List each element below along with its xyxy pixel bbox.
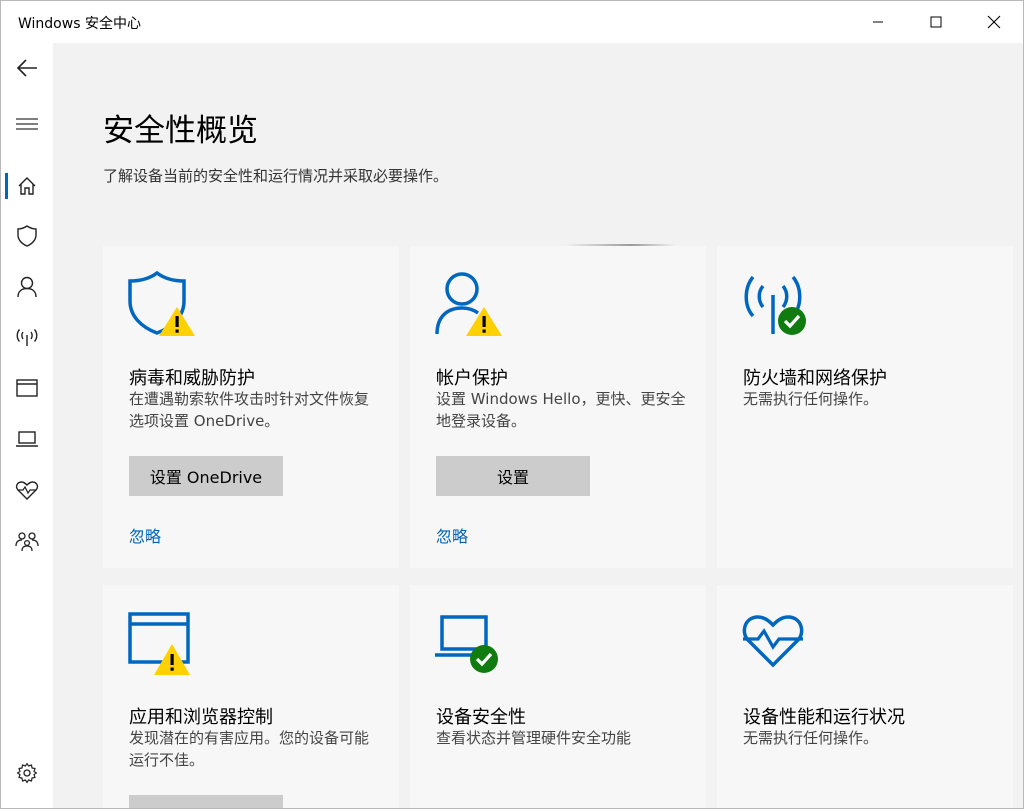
family-icon: [15, 532, 39, 552]
card-title: 设备性能和运行状况: [743, 707, 905, 728]
settings-button[interactable]: [1, 753, 53, 793]
minimize-icon: [873, 21, 883, 23]
person-icon: [17, 276, 37, 298]
card-title: 防火墙和网络保护: [743, 368, 887, 389]
laptop-icon: [16, 431, 38, 447]
view-button[interactable]: 查看: [129, 795, 283, 808]
sidebar-item-device-security[interactable]: [1, 419, 53, 459]
home-icon: [18, 177, 36, 195]
back-arrow-icon: [16, 59, 37, 77]
hamburger-icon: [16, 118, 38, 130]
title-bar: Windows 安全中心: [1, 1, 1023, 43]
shield-warning-icon: [128, 270, 195, 336]
sidebar-item-firewall[interactable]: [1, 317, 53, 357]
page-title: 安全性概览: [103, 113, 258, 149]
gear-icon: [16, 762, 38, 784]
card-title: 病毒和威胁防护: [129, 368, 255, 389]
card-device-health: 设备性能和运行状况 无需执行任何操作。: [717, 585, 1013, 808]
sidebar-item-app-browser[interactable]: [1, 368, 53, 408]
card-title: 帐户保护: [436, 368, 508, 389]
card-description: 在遭遇勒索软件攻击时针对文件恢复选项设置 OneDrive。: [129, 390, 370, 430]
menu-button[interactable]: [1, 104, 53, 144]
dismiss-link[interactable]: 忽略: [436, 523, 468, 547]
laptop-ok-icon: [435, 615, 498, 673]
card-device-security: 设备安全性 查看状态并管理硬件安全功能: [410, 585, 706, 808]
card-description: 设置 Windows Hello，更快、更安全地登录设备。: [436, 390, 686, 430]
close-icon: [987, 15, 1001, 29]
sidebar-item-home[interactable]: [1, 166, 53, 206]
back-button[interactable]: [1, 48, 53, 88]
card-description: 无需执行任何操作。: [743, 390, 879, 408]
card-title: 设备安全性: [436, 707, 526, 728]
shield-icon: [17, 225, 37, 247]
maximize-button[interactable]: [907, 1, 965, 43]
card-description: 无需执行任何操作。: [743, 729, 879, 747]
card-description: 查看状态并管理硬件安全功能: [436, 729, 632, 747]
heart-pulse-icon: [15, 481, 39, 500]
window-title: Windows 安全中心: [18, 16, 141, 32]
sidebar-item-virus-protection[interactable]: [1, 216, 53, 256]
main-content: 安全性概览 了解设备当前的安全性和运行情况并采取必要操作。 病毒和威胁防护 在遭…: [53, 43, 1023, 808]
sidebar-item-account[interactable]: [1, 267, 53, 307]
setup-onedrive-button[interactable]: 设置 OneDrive: [129, 456, 283, 496]
close-button[interactable]: [965, 1, 1023, 43]
sidebar-item-family[interactable]: [1, 521, 53, 561]
card-description: 发现潜在的有害应用。您的设备可能运行不佳。: [129, 729, 370, 769]
browser-warning-icon: [128, 612, 190, 675]
setup-button[interactable]: 设置: [436, 456, 590, 496]
sidebar-item-device-health[interactable]: [1, 470, 53, 510]
card-account-protection: 帐户保护 设置 Windows Hello，更快、更安全地登录设备。 设置 忽略: [410, 246, 706, 568]
antenna-ok-icon: [744, 275, 806, 335]
page-subtitle: 了解设备当前的安全性和运行情况并采取必要操作。: [103, 167, 449, 185]
card-app-browser-control: 应用和浏览器控制 发现潜在的有害应用。您的设备可能运行不佳。 查看: [103, 585, 399, 808]
browser-window-icon: [16, 379, 38, 397]
heart-pulse-ok-icon: [742, 615, 804, 668]
maximize-icon: [930, 16, 942, 28]
dismiss-link[interactable]: 忽略: [129, 523, 161, 547]
card-virus-protection: 病毒和威胁防护 在遭遇勒索软件攻击时针对文件恢复选项设置 OneDrive。 设…: [103, 246, 399, 568]
minimize-button[interactable]: [849, 1, 907, 43]
card-firewall-protection: 防火墙和网络保护 无需执行任何操作。: [717, 246, 1013, 568]
card-title: 应用和浏览器控制: [129, 707, 273, 728]
antenna-icon: [16, 329, 38, 346]
app-window: Windows 安全中心 安全性概览 了解设备当前的安全性和运行情况并采取必要操…: [0, 0, 1024, 809]
person-warning-icon: [435, 272, 502, 336]
sidebar: [1, 43, 53, 808]
